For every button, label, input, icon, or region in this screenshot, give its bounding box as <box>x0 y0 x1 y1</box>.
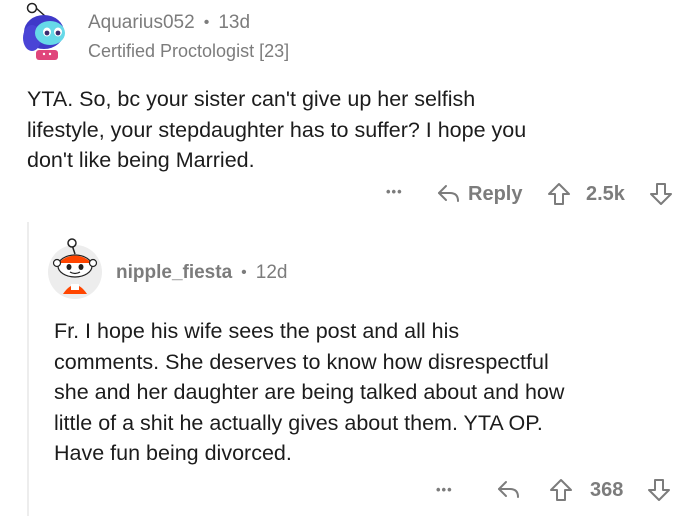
downvote-arrow-icon <box>650 183 672 205</box>
comment-body: YTA. So, bc your sister can't give up he… <box>27 84 677 176</box>
comment-username[interactable]: Aquarius052 <box>88 12 195 34</box>
reply-label: Reply <box>468 182 523 205</box>
avatar[interactable] <box>14 2 78 66</box>
more-options-button[interactable]: ••• <box>436 482 453 497</box>
comment-body-line: YTA. So, bc your sister can't give up he… <box>27 87 476 111</box>
vote-score: 2.5k <box>586 183 625 205</box>
comment-body-line: Have fun being divorced. <box>54 441 292 465</box>
thread-line[interactable] <box>27 222 29 516</box>
comment-body-line: lifestyle, your stepdaughter has to suff… <box>27 117 527 142</box>
snoo-avatar-icon <box>48 238 102 299</box>
upvote-button[interactable] <box>548 477 574 503</box>
comment-body-line: don't like being Married. <box>27 148 255 172</box>
comment-body-line: Fr. I hope his wife sees the post and al… <box>54 319 460 343</box>
downvote-arrow-icon <box>648 479 670 501</box>
upvote-arrow-icon <box>548 183 570 205</box>
comment-body-line: little of a shit he actually gives about… <box>54 410 543 435</box>
user-flair: Certified Proctologist [23] <box>88 41 290 61</box>
upvote-arrow-icon <box>550 479 572 501</box>
reply-arrow-icon <box>498 481 519 498</box>
comment-body-line: she and her daughter are being talked ab… <box>54 380 565 404</box>
comment-body-line: comments. She deserves to know how disre… <box>54 349 549 374</box>
reply-arrow-icon <box>438 185 459 202</box>
downvote-button[interactable] <box>646 477 672 503</box>
reply-button[interactable] <box>496 478 522 502</box>
reply-button[interactable]: Reply <box>436 182 522 206</box>
more-options-icon: ••• <box>436 482 453 497</box>
comment-username[interactable]: nipple_fiesta <box>116 262 232 284</box>
more-options-icon: ••• <box>386 184 403 199</box>
downvote-button[interactable] <box>648 181 674 207</box>
comment-body: Fr. I hope his wife sees the post and al… <box>54 316 694 469</box>
more-options-button[interactable]: ••• <box>386 184 403 199</box>
snoo-avatar-icon <box>23 2 65 60</box>
vote-score: 368 <box>590 479 624 501</box>
upvote-button[interactable] <box>546 181 572 207</box>
meta-separator: • <box>203 14 210 31</box>
avatar[interactable] <box>44 236 106 300</box>
comment-age: 13d <box>218 12 251 33</box>
meta-separator: • <box>241 264 247 281</box>
comment-age: 12d <box>255 262 288 283</box>
